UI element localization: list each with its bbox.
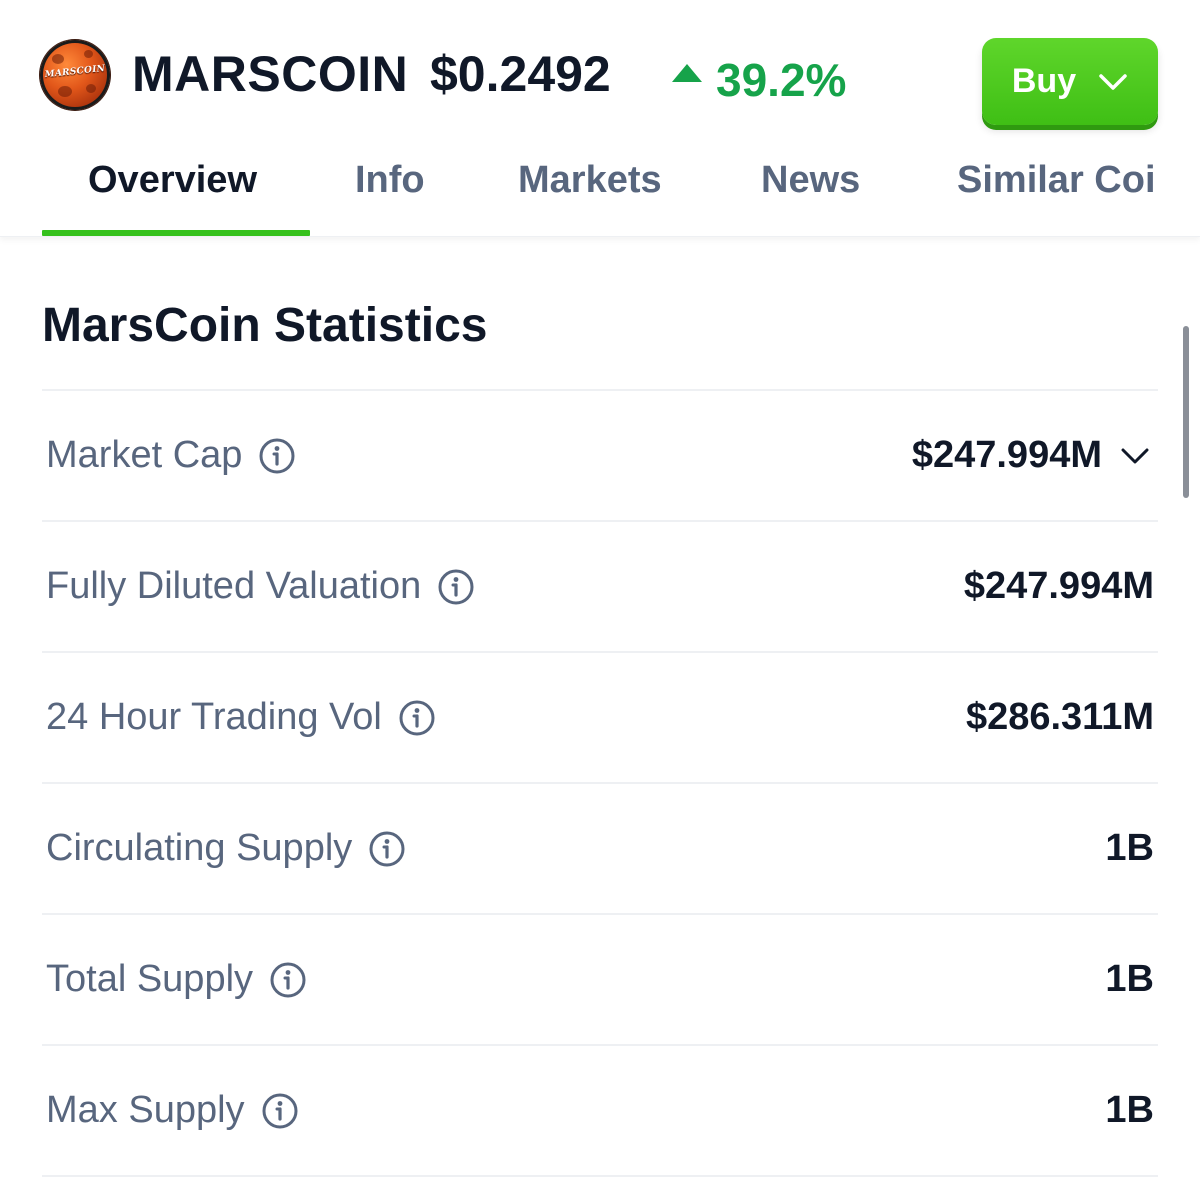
info-icon[interactable] <box>368 830 406 868</box>
chevron-down-icon <box>1098 73 1128 91</box>
marscoin-logo: MARSCOIN <box>40 40 110 110</box>
scrollbar[interactable] <box>1183 326 1189 498</box>
stat-value: $247.994M <box>963 565 1154 607</box>
info-icon[interactable] <box>269 961 307 999</box>
statistics-title: MarsCoin Statistics <box>42 299 488 352</box>
caret-up-icon <box>672 64 702 82</box>
stat-value: 1B <box>1105 1089 1154 1131</box>
tab-similar-coins[interactable]: Similar Coi <box>957 150 1156 210</box>
info-icon[interactable] <box>258 437 296 475</box>
tab-info[interactable]: Info <box>355 150 425 210</box>
buy-button[interactable]: Buy <box>982 38 1158 125</box>
info-icon[interactable] <box>437 568 475 606</box>
stat-label: Total Supply <box>46 958 254 1000</box>
logo-text: MARSCOIN <box>44 63 106 81</box>
tab-overview[interactable]: Overview <box>88 150 257 210</box>
tab-news[interactable]: News <box>761 150 860 210</box>
statistics-table: Market Cap $247.994M Fully Diluted Valua… <box>42 389 1158 1177</box>
stat-value: $286.311M <box>965 696 1154 738</box>
info-icon[interactable] <box>261 1092 299 1130</box>
stat-value: 1B <box>1105 958 1154 1000</box>
active-tab-indicator <box>42 230 310 236</box>
stat-label: 24 Hour Trading Vol <box>46 696 382 738</box>
buy-button-label: Buy <box>1011 62 1077 100</box>
coin-price: $0.2492 <box>430 46 611 102</box>
stat-row-max-supply: Max Supply 1B <box>42 1046 1158 1177</box>
tab-bar: Overview Info Markets News Similar Coi <box>42 150 1158 236</box>
coin-detail-page: MARSCOIN MARSCOIN $0.2492 39.2% Buy Over… <box>0 0 1200 1196</box>
stat-value: $247.994M <box>911 434 1102 476</box>
stat-label: Market Cap <box>46 434 243 476</box>
stat-label: Max Supply <box>46 1089 245 1131</box>
coin-name: MARSCOIN <box>132 46 409 102</box>
stat-label: Fully Diluted Valuation <box>46 565 422 607</box>
tab-markets[interactable]: Markets <box>518 150 662 210</box>
stat-value: 1B <box>1105 827 1154 869</box>
stat-row-24h-trading-volume: 24 Hour Trading Vol $286.311M <box>42 653 1158 784</box>
stat-row-fully-diluted-valuation: Fully Diluted Valuation $247.994M <box>42 522 1158 653</box>
price-change: 39.2% <box>672 50 846 110</box>
price-change-percent: 39.2% <box>716 54 847 106</box>
tab-overflow-clip: Similar Coi <box>952 150 1158 220</box>
coin-header: MARSCOIN MARSCOIN $0.2492 39.2% Buy Over… <box>0 0 1200 237</box>
stat-label: Circulating Supply <box>46 827 353 869</box>
chevron-down-icon[interactable] <box>1120 447 1150 465</box>
info-icon[interactable] <box>398 699 436 737</box>
stat-row-total-supply: Total Supply 1B <box>42 915 1158 1046</box>
stat-row-market-cap: Market Cap $247.994M <box>42 391 1158 522</box>
stat-row-circulating-supply: Circulating Supply 1B <box>42 784 1158 915</box>
